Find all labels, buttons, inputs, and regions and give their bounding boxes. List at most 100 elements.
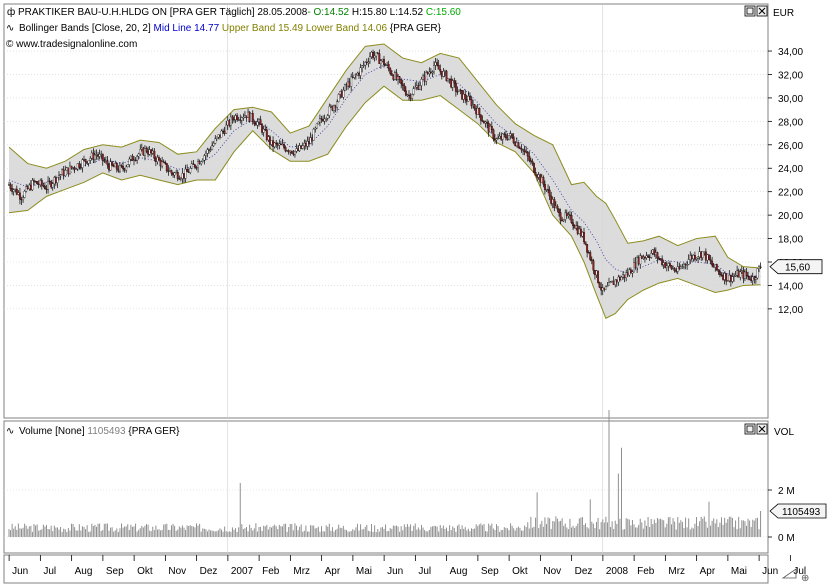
indicator-exchange: {PRA GER}	[390, 23, 442, 34]
candle-body	[554, 205, 557, 208]
candle-body	[276, 143, 279, 146]
month-label: Dez	[200, 566, 218, 577]
candle-body	[579, 228, 582, 237]
candle-body	[562, 219, 565, 221]
candle-body	[289, 150, 292, 153]
volume-bar	[75, 530, 77, 537]
volume-bar	[356, 523, 358, 537]
volume-bar	[664, 527, 666, 537]
candle-body	[676, 266, 679, 272]
candle-body	[165, 163, 168, 172]
candle-body	[495, 138, 498, 141]
volume-bar	[624, 529, 626, 537]
candle-body	[306, 141, 309, 147]
volume-bar	[250, 527, 252, 537]
volume-bar	[435, 526, 437, 537]
volume-bar	[649, 527, 651, 537]
volume-bar	[380, 527, 382, 537]
candle-body	[70, 165, 73, 169]
volume-bar	[136, 531, 138, 537]
candle-body	[743, 271, 746, 279]
candle-body	[433, 65, 435, 72]
candle-body	[667, 263, 670, 267]
volume-bar	[113, 531, 115, 537]
candle-body	[623, 274, 626, 278]
candle-body	[254, 123, 257, 126]
volume-bar	[14, 526, 16, 537]
volume-bar	[102, 530, 104, 537]
volume-bar	[424, 530, 426, 537]
candle-body	[11, 188, 14, 192]
volume-bar	[333, 531, 335, 537]
candle-body	[211, 145, 214, 150]
candle-body	[423, 75, 426, 82]
volume-bar	[413, 525, 415, 537]
candle-body	[172, 173, 175, 176]
candle-body	[428, 71, 431, 74]
candle-body	[159, 160, 162, 167]
candle-body	[578, 228, 581, 234]
candle-body	[697, 256, 700, 259]
month-label: Mai	[731, 566, 747, 577]
volume-bar	[225, 531, 227, 537]
volume-bar	[550, 528, 552, 537]
volume-bar	[494, 530, 496, 537]
volume-bar	[731, 518, 733, 537]
candle-body	[229, 116, 232, 126]
volume-panel-close-button[interactable]	[756, 423, 768, 435]
volume-bar	[253, 528, 255, 537]
volume-bar	[183, 527, 185, 537]
volume-bar	[567, 529, 569, 537]
volume-bar	[258, 526, 260, 537]
candle-body	[447, 78, 450, 81]
price-panel-close-button[interactable]	[756, 5, 768, 17]
candle-body	[298, 145, 301, 151]
candle-body	[372, 52, 375, 58]
volume-bar	[441, 528, 443, 537]
volume-bar	[69, 530, 71, 537]
month-label: Jun	[762, 566, 778, 577]
volume-bar	[364, 526, 366, 537]
candle-body	[200, 161, 203, 165]
candle-body	[722, 275, 725, 280]
candle-body	[528, 156, 531, 161]
volume-bar	[392, 525, 394, 537]
volume-bar	[642, 528, 644, 537]
volume-bar	[325, 525, 327, 537]
zoom-icon[interactable]: ⊕	[801, 573, 809, 584]
volume-bar	[16, 529, 18, 537]
volume-bar	[400, 526, 402, 537]
volume-tick-label: 0 M	[778, 533, 795, 544]
volume-bar	[735, 520, 737, 537]
candle-body	[589, 252, 592, 260]
volume-bar	[671, 524, 672, 537]
candle-body	[15, 188, 18, 195]
volume-bar	[569, 518, 571, 537]
volume-bar	[241, 524, 243, 537]
volume-bar	[135, 523, 137, 537]
volume-bar	[669, 516, 671, 537]
volume-bar	[674, 521, 676, 537]
candle-body	[72, 167, 75, 169]
volume-bar	[666, 523, 668, 537]
volume-bar	[552, 521, 554, 537]
volume-panel-maximize-button[interactable]	[744, 423, 756, 435]
candle-body	[551, 199, 554, 204]
month-label: Jul	[43, 566, 56, 577]
volume-bar	[211, 530, 213, 537]
candle-body	[340, 90, 343, 98]
volume-bar	[581, 517, 583, 537]
candle-body	[692, 255, 695, 259]
price-panel-maximize-button[interactable]	[744, 5, 756, 17]
volume-bar	[378, 531, 380, 537]
volume-bar	[239, 482, 241, 537]
candle-body	[409, 95, 412, 99]
candle-body	[584, 241, 587, 245]
candle-body	[370, 52, 373, 57]
candle-body	[136, 156, 139, 161]
candle-body	[750, 279, 753, 282]
volume-bar	[478, 524, 480, 537]
volume-bar	[733, 527, 735, 537]
candle-body	[486, 121, 489, 124]
volume-bar	[305, 525, 307, 537]
